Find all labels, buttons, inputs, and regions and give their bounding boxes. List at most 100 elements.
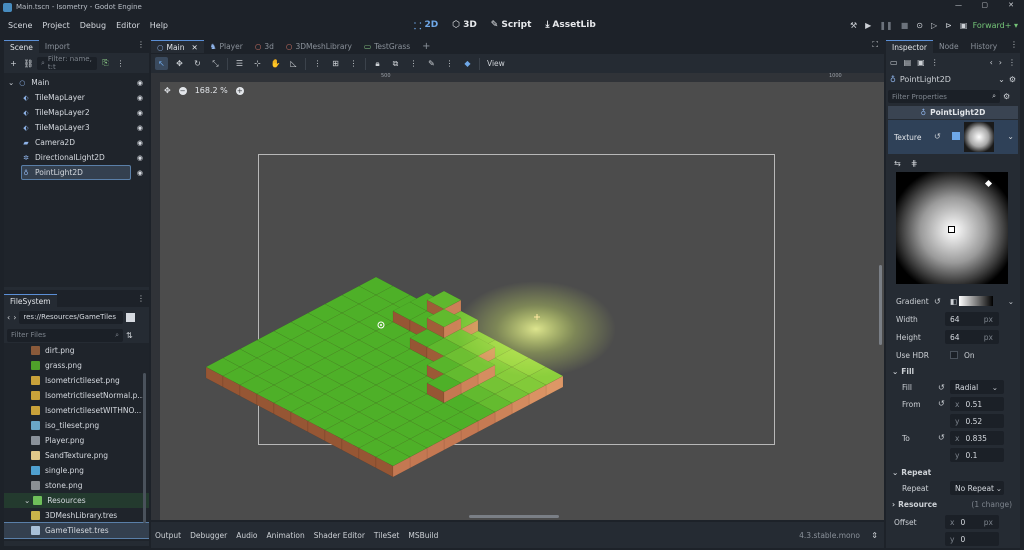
fullscreen-icon[interactable]: ⛶	[872, 40, 878, 50]
tab-output[interactable]: Output	[155, 531, 181, 540]
movie-maker-icon[interactable]: ▣	[960, 21, 968, 30]
tab-msbuild[interactable]: MSBuild	[408, 531, 438, 540]
repeat-select[interactable]: No Repeat ⌄	[950, 481, 1004, 495]
path-field[interactable]: res://Resources/GameTiles	[19, 310, 124, 324]
play-icon[interactable]: ▶	[865, 21, 871, 30]
more-icon[interactable]: ⋮	[114, 57, 127, 70]
split-view-icon[interactable]	[126, 312, 136, 322]
file-item[interactable]: single.png	[4, 463, 149, 478]
pan-tool-icon[interactable]: ✋	[269, 57, 282, 70]
file-item[interactable]: iso_tileset.png	[4, 418, 149, 433]
link-icon[interactable]: ⛓	[22, 57, 35, 70]
ruler-tool-icon[interactable]: ◺	[287, 57, 300, 70]
history-forward-icon[interactable]: ›	[999, 58, 1002, 67]
menu-project[interactable]: Project	[42, 21, 69, 30]
node-settings-icon[interactable]: ⚙	[1009, 75, 1016, 84]
chevron-down-icon[interactable]: ⌄	[1007, 132, 1014, 141]
grid-snap-icon[interactable]: ⊞	[329, 57, 342, 70]
tab-audio[interactable]: Audio	[236, 531, 257, 540]
to-x-input[interactable]: x 0.835	[950, 431, 1004, 445]
tab-3d[interactable]: ○ 3d	[249, 40, 280, 53]
tab-3dmeshlibrary[interactable]: ○ 3DMeshLibrary	[280, 40, 358, 53]
file-item[interactable]: stone.png	[4, 478, 149, 493]
repeat-section[interactable]: ⌄ Repeat	[886, 465, 1020, 479]
tree-item-tilemaplayer[interactable]: ⬖ TileMapLayer ◉	[4, 90, 149, 105]
chevron-down-icon[interactable]: ⌄	[1008, 297, 1014, 306]
revert-icon[interactable]: ↺	[938, 383, 945, 392]
rotate-tool-icon[interactable]: ↻	[191, 57, 204, 70]
height-input[interactable]: 64 px	[945, 330, 999, 344]
gradient-bar[interactable]	[959, 296, 993, 306]
smart-snap-icon[interactable]: ⋮	[311, 57, 324, 70]
menu-scene[interactable]: Scene	[8, 21, 32, 30]
revert-icon[interactable]: ↺	[934, 132, 941, 141]
open-resource-icon[interactable]: ▤	[904, 58, 912, 67]
lock-icon[interactable]: 🔒︎	[371, 57, 384, 70]
resource-section[interactable]: › Resource (1 change)	[886, 497, 1020, 511]
new-resource-icon[interactable]: ▭	[890, 58, 898, 67]
list-select-icon[interactable]: ☰	[233, 57, 246, 70]
file-item[interactable]: SandTexture.png	[4, 448, 149, 463]
visibility-icon[interactable]: ◉	[137, 124, 143, 132]
skeleton-icon[interactable]: ⋮	[407, 57, 420, 70]
tree-item-camera2d[interactable]: ▰ Camera2D ◉	[4, 135, 149, 150]
tab-animation[interactable]: Animation	[267, 531, 305, 540]
tree-item-directionallight2d[interactable]: ✲ DirectionalLight2D ◉	[4, 150, 149, 165]
tab-inspector[interactable]: Inspector	[886, 40, 933, 53]
tab-import[interactable]: Import	[39, 40, 76, 53]
file-item[interactable]: 3DMeshLibrary.tres	[4, 508, 149, 523]
tree-item-pointlight2d[interactable]: ♁ PointLight2D ◉	[4, 165, 149, 180]
tree-item-tilemaplayer3[interactable]: ⬖ TileMapLayer3 ◉	[4, 120, 149, 135]
group-icon[interactable]: ⧉	[389, 57, 402, 70]
tab-filesystem[interactable]: FileSystem	[4, 294, 57, 307]
tab-scene[interactable]: Scene	[4, 40, 39, 53]
workspace-script[interactable]: ✎ Script	[491, 20, 532, 30]
save-resource-icon[interactable]: ▣	[917, 58, 925, 67]
file-item[interactable]: Player.png	[4, 433, 149, 448]
movie-icon[interactable]: ⊙	[916, 21, 923, 30]
gradient-preview[interactable]	[894, 172, 1012, 290]
tab-history[interactable]: History	[965, 40, 1004, 53]
file-item[interactable]: GameTileset.tres	[4, 522, 149, 539]
light-helper-icon[interactable]: ◆	[461, 57, 474, 70]
file-item[interactable]: Isometrictileset.png	[4, 373, 149, 388]
play-custom-icon[interactable]: ⊳	[945, 21, 952, 30]
minimize-button[interactable]: —	[955, 1, 962, 9]
revert-icon[interactable]: ↺	[938, 399, 945, 408]
filter-options-icon[interactable]: ⚙	[1003, 92, 1010, 101]
maximize-button[interactable]: ▢	[981, 1, 988, 9]
use-hdr-checkbox[interactable]	[950, 351, 958, 359]
remote-debug-icon[interactable]: ⚒	[850, 21, 857, 30]
file-item[interactable]: IsometrictilesetNormal.p...	[4, 388, 149, 403]
file-item[interactable]: IsometrictilesetWITHNO...	[4, 403, 149, 418]
scene-filter-input[interactable]: ⌕ Filter: name, t:t	[37, 55, 97, 71]
to-y-input[interactable]: y 0.1	[950, 448, 1004, 462]
object-menu-icon[interactable]: ⋮	[1008, 58, 1016, 67]
file-filter-input[interactable]: Filter Files ⌕	[7, 328, 123, 342]
visibility-icon[interactable]: ◉	[137, 94, 143, 102]
select-tool-icon[interactable]: ↖	[155, 57, 168, 70]
tab-player[interactable]: ♞ Player	[204, 40, 249, 53]
add-tab-button[interactable]: +	[416, 40, 436, 53]
tab-shader-editor[interactable]: Shader Editor	[314, 531, 365, 540]
visibility-icon[interactable]: ◉	[137, 169, 143, 177]
file-item[interactable]: new_canvas_texture.tres	[4, 538, 149, 541]
resource-menu-icon[interactable]: ⋮	[931, 58, 939, 67]
move-tool-icon[interactable]: ✥	[173, 57, 186, 70]
fill-section[interactable]: ⌄ Fill	[886, 364, 1020, 378]
file-item[interactable]: dirt.png	[4, 343, 149, 358]
bone-icon[interactable]: ✎	[425, 57, 438, 70]
back-icon[interactable]: ‹	[7, 313, 10, 322]
visibility-icon[interactable]: ◉	[137, 79, 143, 87]
from-x-input[interactable]: x 0.51	[950, 397, 1004, 411]
viewport-hscrollbar[interactable]	[469, 515, 559, 518]
file-item[interactable]: grass.png	[4, 358, 149, 373]
pause-icon[interactable]: ❚❚	[879, 21, 892, 30]
workspace-3d[interactable]: ⬡ 3D	[452, 20, 477, 30]
gradient-grid-icon[interactable]: ⋕	[911, 159, 918, 168]
menu-dots-icon[interactable]: ⋮	[1010, 40, 1018, 49]
tree-item-main[interactable]: ⌄ ○ Main ◉	[4, 75, 149, 90]
tab-testgrass[interactable]: ▭ TestGrass	[358, 40, 416, 53]
close-button[interactable]: ✕	[1008, 1, 1014, 9]
gradient-from-handle[interactable]	[948, 226, 955, 233]
